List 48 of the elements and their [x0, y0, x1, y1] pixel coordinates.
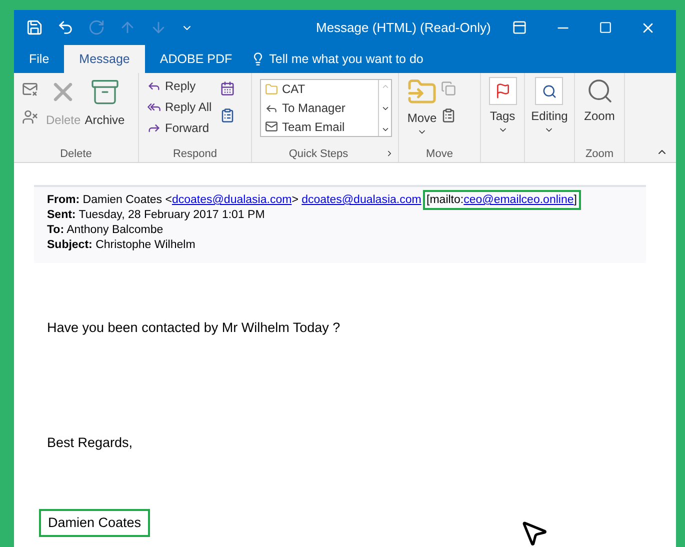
meeting-icon[interactable]: [220, 81, 235, 96]
tags-button[interactable]: Tags: [488, 77, 516, 135]
move-button[interactable]: Move: [407, 77, 437, 146]
respond-button[interactable]: Forward: [147, 119, 212, 137]
ribbon-tab[interactable]: Message: [64, 45, 145, 73]
folder-icon: [265, 82, 278, 96]
quick-step-item[interactable]: To Manager: [265, 98, 378, 118]
signature-text: Damien Coates: [39, 508, 150, 537]
save-icon[interactable]: [26, 19, 43, 36]
ribbon-tab[interactable]: ADOBE PDF: [144, 45, 248, 73]
expand-gallery-icon: [380, 125, 390, 134]
search-icon: [542, 84, 557, 98]
magnifier-icon: [586, 77, 614, 105]
maximize-icon[interactable]: [599, 21, 612, 34]
flag-icon: [494, 83, 510, 99]
email-link[interactable]: dcoates@dualasia.com: [172, 194, 292, 206]
scroll-up-icon: [380, 82, 390, 91]
ribbon-display-icon[interactable]: [512, 20, 527, 35]
tell-me-field[interactable]: Tell me what you want to do: [251, 45, 424, 73]
body-text: Have you been contacted by Mr Wilhelm Today ?: [47, 319, 342, 337]
group-label: Zoom: [584, 146, 615, 162]
group-label: Quick Steps: [288, 146, 350, 162]
closing-text: Best Regards,: [47, 434, 134, 452]
group-label: Move: [425, 146, 454, 162]
ribbon-tab[interactable]: File: [14, 45, 64, 73]
window-title: Message (HTML) (Read-Only): [316, 18, 491, 37]
respond-button[interactable]: Reply: [147, 77, 212, 95]
header-field: Subject: Christophe Wilhelm: [47, 238, 633, 253]
from-line: From: Damien Coates <dcoates@dualasia.com> dcoates@dualasia.com [mailto:ceo@emailceo.online]: [47, 193, 633, 208]
group-label: Delete: [59, 146, 93, 162]
gallery-scrollbar[interactable]: [378, 80, 391, 136]
junk-icon[interactable]: [22, 109, 38, 125]
header-field: To: Anthony Balcombe: [47, 223, 633, 238]
ignore-icon[interactable]: [22, 81, 38, 97]
undo-icon[interactable]: [57, 19, 74, 36]
email-link[interactable]: dcoates@dualasia.com: [302, 194, 422, 206]
respond-button[interactable]: Reply All: [147, 98, 212, 116]
zoom-button[interactable]: Zoom: [584, 77, 615, 146]
envelope-icon: [265, 120, 278, 134]
header-field: Sent: Tuesday, 28 February 2017 1:01 PM: [47, 208, 633, 223]
group-label: Respond: [172, 146, 218, 162]
quick-step-item[interactable]: Team Email: [265, 117, 378, 136]
email-link[interactable]: ceo@emailceo.online: [464, 194, 574, 206]
archive-icon: [90, 77, 120, 107]
quick-step-item[interactable]: CAT: [265, 80, 378, 99]
editing-button[interactable]: Editing: [531, 77, 568, 135]
dialog-launcher-icon[interactable]: [385, 149, 394, 158]
archive-button[interactable]: Archive: [84, 77, 125, 146]
